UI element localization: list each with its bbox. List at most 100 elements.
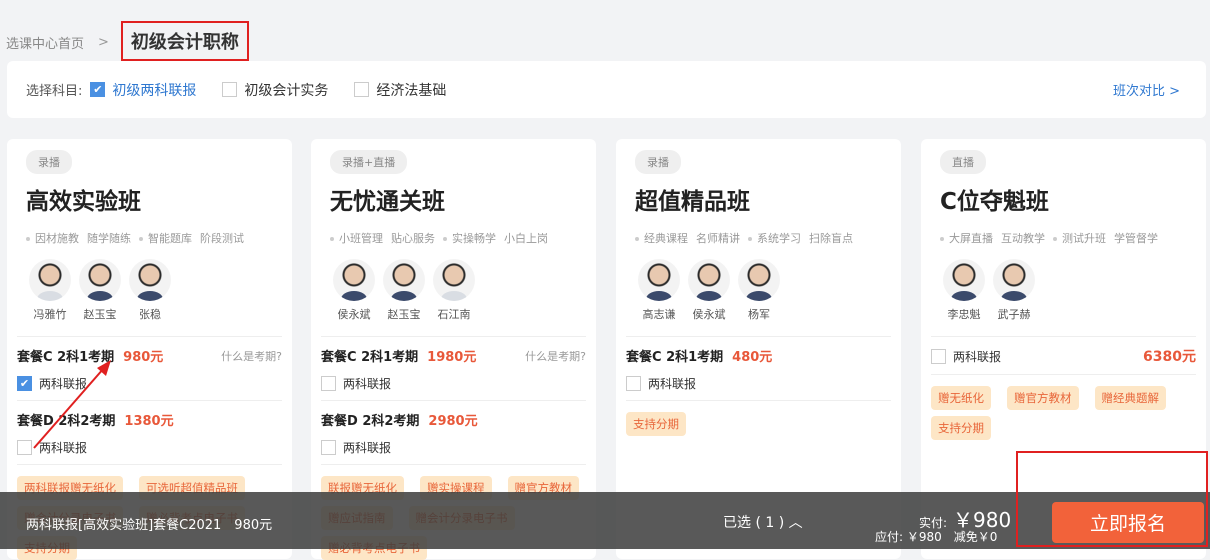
course-features: 经典课程 名师精讲 系统学习 扫除盲点 bbox=[635, 230, 891, 246]
gift-tag: 赠无纸化 bbox=[931, 386, 991, 410]
checkbox[interactable] bbox=[931, 348, 946, 364]
option-label: 两科联报 bbox=[343, 377, 392, 391]
selected-count-toggle[interactable]: 已选 ( 1 ) ︿ bbox=[723, 512, 803, 532]
package-option[interactable]: 两科联报 bbox=[17, 429, 282, 465]
package-row: 套餐C 2科1考期 980元 什么是考期? bbox=[17, 337, 282, 366]
teacher-name: 侯永斌 bbox=[692, 308, 726, 321]
course-type-badge: 录播 bbox=[26, 150, 72, 174]
enroll-now-button[interactable]: 立即报名 bbox=[1052, 502, 1204, 543]
teacher-avatar[interactable] bbox=[29, 259, 71, 301]
subject-option-economic-law[interactable]: 经济法基础 bbox=[354, 80, 446, 100]
teacher[interactable]: 张稳 bbox=[125, 259, 175, 322]
course-type-badge: 录播+直播 bbox=[330, 150, 408, 174]
course-title[interactable]: 高效实验班 bbox=[26, 182, 282, 216]
bottom-order-bar: 两科联报[高效实验班]套餐C2021 980元 已选 ( 1 ) ︿ 实付: ￥9… bbox=[0, 492, 1210, 549]
course-type-badge: 直播 bbox=[940, 150, 986, 174]
package-name: 套餐C 2科1考期 bbox=[321, 350, 419, 365]
checkbox[interactable] bbox=[17, 440, 32, 455]
teacher[interactable]: 侯永斌 bbox=[684, 259, 734, 322]
teacher[interactable]: 武子赫 bbox=[989, 259, 1039, 322]
checkbox[interactable] bbox=[626, 376, 641, 391]
teacher[interactable]: 冯雅竹 bbox=[25, 259, 75, 322]
due-and-discount: 应付: ￥980 减免￥0 bbox=[875, 530, 998, 544]
teacher-avatar[interactable] bbox=[943, 259, 985, 301]
feature-item: 因材施教 bbox=[26, 230, 79, 246]
feature-item: 贴心服务 bbox=[391, 232, 435, 245]
feature-item: 小班管理 bbox=[330, 230, 383, 246]
option-label: 两科联报 bbox=[39, 377, 88, 391]
course-features: 大屏直播 互动教学 测试升班 学管督学 bbox=[940, 230, 1196, 246]
feature-item: 阶段测试 bbox=[200, 232, 244, 245]
package-option[interactable]: 两科联报 6380元 bbox=[931, 337, 1196, 375]
package-option[interactable]: 两科联报 bbox=[321, 429, 586, 465]
teacher-name: 张稳 bbox=[139, 308, 161, 321]
package-price: 980元 bbox=[123, 350, 164, 365]
course-features: 因材施教 随学随练 智能题库 阶段测试 bbox=[26, 230, 282, 246]
package-section: 套餐C 2科1考期 1980元 什么是考期? 两科联报 套餐D 2科2考期 2980元 两科… bbox=[321, 336, 586, 465]
teacher-name: 武子赫 bbox=[997, 308, 1031, 321]
teacher-list: 侯永斌 赵玉宝 石江南 bbox=[329, 259, 586, 322]
checkbox[interactable] bbox=[222, 82, 238, 97]
option-label: 初级两科联报 bbox=[112, 82, 197, 99]
breadcrumb-separator: > bbox=[98, 34, 109, 50]
subject-option-combined[interactable]: ✔ 初级两科联报 bbox=[90, 80, 196, 100]
teacher[interactable]: 赵玉宝 bbox=[75, 259, 125, 322]
feature-item: 学管督学 bbox=[1114, 232, 1158, 245]
teacher[interactable]: 杨军 bbox=[734, 259, 784, 322]
teacher[interactable]: 李忠魁 bbox=[939, 259, 989, 322]
teacher-list: 李忠魁 武子赫 bbox=[939, 259, 1196, 322]
teacher[interactable]: 石江南 bbox=[429, 259, 479, 322]
package-name: 套餐C 2科1考期 bbox=[626, 350, 724, 365]
course-title[interactable]: 无忧通关班 bbox=[330, 182, 586, 216]
teacher-avatar[interactable] bbox=[333, 259, 375, 301]
teacher-avatar[interactable] bbox=[79, 259, 121, 301]
package-price: 1380元 bbox=[124, 414, 174, 429]
package-option[interactable]: ✔ 两科联报 bbox=[17, 365, 282, 401]
checkbox[interactable] bbox=[321, 440, 336, 455]
package-price: 480元 bbox=[732, 350, 773, 365]
option-label: 两科联报 bbox=[343, 441, 392, 455]
subject-filter-label: 选择科目: bbox=[26, 84, 83, 99]
feature-item: 名师精讲 bbox=[696, 232, 740, 245]
course-title[interactable]: 超值精品班 bbox=[635, 182, 891, 216]
teacher-name: 赵玉宝 bbox=[387, 308, 421, 321]
exam-period-help-link[interactable]: 什么是考期? bbox=[525, 348, 586, 364]
teacher-avatar[interactable] bbox=[993, 259, 1035, 301]
teacher[interactable]: 高志谦 bbox=[634, 259, 684, 322]
package-option[interactable]: 两科联报 bbox=[321, 365, 586, 401]
feature-item: 经典课程 bbox=[635, 230, 688, 246]
course-title[interactable]: C位夺魁班 bbox=[940, 182, 1196, 216]
teacher-avatar[interactable] bbox=[738, 259, 780, 301]
teacher-avatar[interactable] bbox=[638, 259, 680, 301]
teacher[interactable]: 赵玉宝 bbox=[379, 259, 429, 322]
package-option[interactable]: 两科联报 bbox=[626, 365, 891, 401]
gift-tag: 赠官方教材 bbox=[1007, 386, 1079, 410]
teacher-name: 冯雅竹 bbox=[33, 308, 67, 321]
option-label: 两科联报 bbox=[648, 377, 697, 391]
checkbox[interactable] bbox=[354, 82, 370, 97]
feature-item: 互动教学 bbox=[1001, 232, 1045, 245]
teacher-avatar[interactable] bbox=[688, 259, 730, 301]
package-row: 套餐C 2科1考期 1980元 什么是考期? bbox=[321, 337, 586, 366]
option-label: 两科联报 bbox=[953, 349, 1002, 364]
teacher-avatar[interactable] bbox=[433, 259, 475, 301]
option-label: 两科联报 bbox=[39, 441, 88, 455]
feature-item: 测试升班 bbox=[1053, 230, 1106, 246]
teacher[interactable]: 侯永斌 bbox=[329, 259, 379, 322]
teacher-name: 杨军 bbox=[748, 308, 770, 321]
selected-summary: 两科联报[高效实验班]套餐C2021 980元 bbox=[26, 518, 273, 533]
checkbox[interactable] bbox=[321, 376, 336, 391]
teacher-name: 侯永斌 bbox=[337, 308, 371, 321]
teacher-avatar[interactable] bbox=[383, 259, 425, 301]
feature-item: 实操畅学 bbox=[443, 230, 496, 246]
class-compare-link[interactable]: 班次对比 > bbox=[1113, 80, 1180, 99]
course-features: 小班管理 贴心服务 实操畅学 小白上岗 bbox=[330, 230, 586, 246]
exam-period-help-link[interactable]: 什么是考期? bbox=[221, 348, 282, 364]
subject-option-accounting[interactable]: 初级会计实务 bbox=[222, 80, 328, 100]
breadcrumb-home-link[interactable]: 选课中心首页 bbox=[6, 33, 84, 52]
package-section: 套餐C 2科1考期 980元 什么是考期? ✔ 两科联报 套餐D 2科2考期 1380元 两科… bbox=[17, 336, 282, 465]
checkbox-checked-icon[interactable]: ✔ bbox=[90, 82, 106, 97]
gift-tags: 支持分期 bbox=[626, 401, 891, 436]
checkbox-checked-icon[interactable]: ✔ bbox=[17, 376, 32, 391]
teacher-avatar[interactable] bbox=[129, 259, 171, 301]
